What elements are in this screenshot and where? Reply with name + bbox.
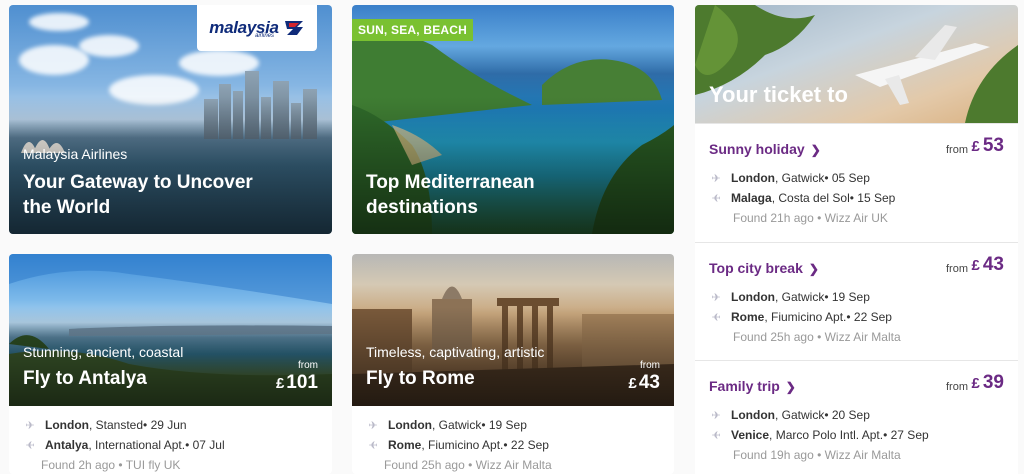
deal-price: £43 — [971, 254, 1004, 275]
plane-return-icon: ✈ — [25, 439, 35, 452]
return-leg: ✈ Rome, Fiumicino Apt. • 22 Sep — [366, 438, 549, 452]
card-price: £101 — [275, 372, 318, 393]
deal-title-text: Top city break — [709, 260, 803, 276]
mediterranean-destinations-card[interactable]: SUN, SEA, BEACH Top Mediterranean destin… — [352, 5, 674, 234]
deal-title[interactable]: Top city break ❯ — [709, 260, 819, 276]
deal-family-trip[interactable]: Family trip ❯ from £39 ✈ London, Gatwick … — [695, 360, 1018, 474]
plane-depart-icon: ✈ — [368, 419, 378, 432]
promo-title-line1: Your Gateway to Uncover — [23, 172, 253, 193]
card-kicker: Timeless, captivating, artistic — [366, 344, 545, 360]
deal-sunny-holiday[interactable]: Sunny holiday ❯ from £53 ✈ London, Gatwic… — [695, 123, 1018, 241]
deal-title-text: Sunny holiday — [709, 141, 805, 157]
card-title: Fly to Antalya — [23, 368, 147, 389]
deal-top-city-break[interactable]: Top city break ❯ from £43 ✈ London, Gatwi… — [695, 242, 1018, 360]
deal-price: £53 — [971, 135, 1004, 156]
plane-return-icon: ✈ — [368, 439, 378, 452]
chevron-right-icon: ❯ — [785, 380, 796, 394]
return-leg: ✈ Malaga, Costa del Sol • 15 Sep — [709, 191, 895, 205]
plane-return-icon: ✈ — [711, 311, 721, 324]
outbound-leg: ✈ London, Gatwick • 20 Sep — [709, 408, 870, 422]
card-price: £43 — [628, 372, 660, 393]
logo-subtext: airlines — [255, 33, 275, 39]
plane-depart-icon: ✈ — [711, 291, 721, 304]
chevron-right-icon: ❯ — [810, 143, 821, 157]
from-label: from — [946, 263, 968, 275]
med-title-line1: Top Mediterranean — [366, 172, 535, 193]
card-title: Fly to Rome — [366, 368, 475, 389]
deal-title-text: Family trip — [709, 378, 780, 394]
outbound-leg: ✈ London, Gatwick • 19 Sep — [709, 290, 870, 304]
return-leg: ✈ Venice, Marco Polo Intl. Apt. • 27 Sep — [709, 428, 928, 442]
malaysia-airlines-logo: malaysia airlines — [197, 5, 317, 51]
found-info: Found 25h ago • Wizz Air Malta — [384, 458, 552, 472]
outbound-leg: ✈ London, Gatwick • 05 Sep — [709, 171, 870, 185]
deals-page: malaysia airlines Malaysia Airlines Your… — [0, 0, 1024, 474]
promo-kicker: Malaysia Airlines — [23, 146, 128, 162]
found-info: Found 2h ago • TUI fly UK — [41, 458, 181, 472]
roman-forum-image: Timeless, captivating, artistic Fly to R… — [352, 254, 674, 406]
deal-price: £39 — [971, 372, 1004, 393]
malaysia-airlines-promo-card[interactable]: malaysia airlines Malaysia Airlines Your… — [9, 5, 332, 234]
deal-title[interactable]: Family trip ❯ — [709, 378, 796, 394]
antalya-deal-card[interactable]: Stunning, ancient, coastal Fly to Antaly… — [9, 254, 332, 474]
outbound-leg: ✈ London, Gatwick • 19 Sep — [366, 418, 527, 432]
rome-deal-card[interactable]: Timeless, captivating, artistic Fly to R… — [352, 254, 674, 474]
return-leg: ✈ Antalya, International Apt. • 07 Jul — [23, 438, 224, 452]
found-info: Found 19h ago • Wizz Air Malta — [733, 448, 901, 462]
chevron-right-icon: ❯ — [808, 262, 819, 276]
from-label: from — [946, 144, 968, 156]
found-info: Found 21h ago • Wizz Air UK — [733, 211, 888, 225]
plane-return-icon: ✈ — [711, 429, 721, 442]
ticket-deals-panel: Your ticket to Sunny holiday ❯ from £53 ✈… — [695, 5, 1018, 474]
return-leg: ✈ Rome, Fiumicino Apt. • 22 Sep — [709, 310, 892, 324]
outbound-leg: ✈ London, Stansted • 29 Jun — [23, 418, 186, 432]
deal-title[interactable]: Sunny holiday ❯ — [709, 141, 821, 157]
panel-hero-title: Your ticket to — [709, 82, 848, 107]
plane-depart-icon: ✈ — [711, 409, 721, 422]
ticket-hero-image: Your ticket to — [695, 5, 1018, 123]
antalya-coast-image: Stunning, ancient, coastal Fly to Antaly… — [9, 254, 332, 406]
malaysia-airlines-logo-icon — [284, 21, 303, 35]
from-label: from — [298, 360, 318, 371]
from-label: from — [640, 360, 660, 371]
from-label: from — [946, 381, 968, 393]
category-badge: SUN, SEA, BEACH — [352, 19, 474, 41]
plane-return-icon: ✈ — [711, 192, 721, 205]
card-kicker: Stunning, ancient, coastal — [23, 344, 184, 360]
plane-depart-icon: ✈ — [711, 172, 721, 185]
found-info: Found 25h ago • Wizz Air Malta — [733, 330, 901, 344]
plane-depart-icon: ✈ — [25, 419, 35, 432]
promo-title-line2: the World — [23, 197, 111, 218]
med-title-line2: destinations — [366, 197, 478, 218]
